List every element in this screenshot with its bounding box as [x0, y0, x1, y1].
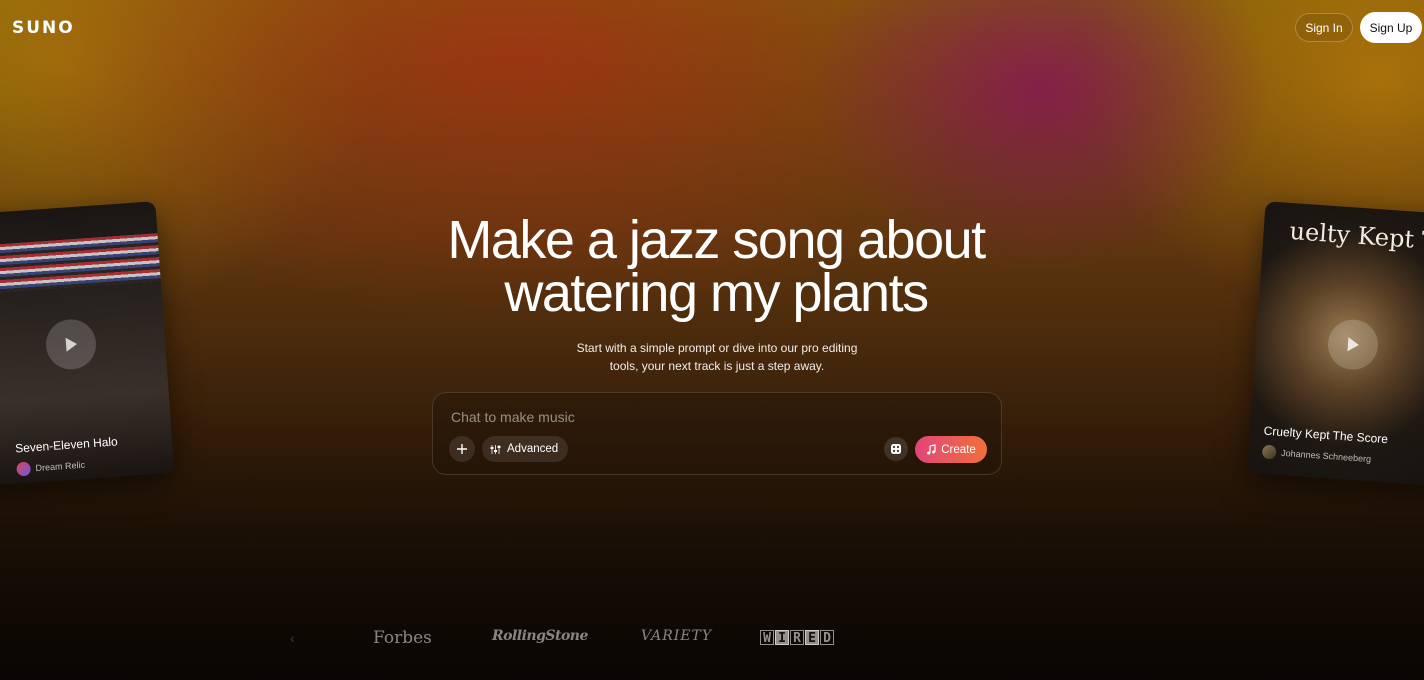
prompt-input[interactable]: Chat to make music [451, 409, 575, 425]
play-icon [1347, 337, 1359, 352]
music-note-icon [927, 444, 936, 455]
wired-letter: E [805, 630, 819, 646]
song-artist[interactable]: Dream Relic [16, 458, 85, 477]
hero-subtitle-line-2: tools, your next track is just a step aw… [609, 359, 825, 373]
add-button[interactable] [449, 436, 475, 462]
create-button[interactable]: Create [915, 436, 987, 463]
hero-subtitle: Start with a simple prompt or dive into … [562, 339, 872, 375]
wired-letter: I [775, 630, 789, 646]
create-label: Create [941, 443, 976, 456]
play-button[interactable] [1326, 317, 1380, 372]
song-artist-name: Johannes Schneeberg [1280, 447, 1372, 465]
advanced-label: Advanced [507, 443, 559, 455]
plus-icon [457, 444, 467, 454]
press-logo-faded: ‹ [290, 630, 295, 646]
song-title[interactable]: Seven-Eleven Halo [15, 434, 118, 455]
song-title[interactable]: Cruelty Kept The Score [1263, 424, 1388, 447]
wired-letter: W [760, 630, 774, 646]
song-artist[interactable]: Johannes Schneeberg [1261, 444, 1372, 467]
wired-letter: D [820, 630, 834, 646]
press-logo-forbes: Forbes [373, 628, 432, 648]
hero-title: Make a jazz song about watering my plant… [0, 210, 1424, 323]
sign-up-button[interactable]: Sign Up [1360, 12, 1422, 43]
hero-title-line-1: Make a jazz song about [447, 210, 986, 270]
suno-logo[interactable]: SUNO [12, 18, 75, 38]
advanced-button[interactable]: Advanced [482, 436, 569, 462]
random-prompt-button[interactable] [884, 437, 908, 461]
sign-in-button[interactable]: Sign In [1295, 13, 1353, 42]
hero-subtitle-line-1: Start with a simple prompt or dive into … [576, 341, 858, 355]
press-logo-rolling-stone: RollingStone [492, 628, 588, 644]
avatar [1261, 444, 1277, 460]
wired-letter: R [790, 630, 804, 646]
play-button[interactable] [44, 317, 98, 372]
prompt-box: Chat to make music Advanced Create [432, 392, 1002, 475]
sliders-icon [490, 444, 501, 454]
dice-icon [891, 444, 901, 454]
press-logo-variety: VARIETY [641, 628, 713, 644]
play-icon [65, 337, 78, 352]
press-logo-wired: W I R E D [760, 630, 834, 646]
song-artist-name: Dream Relic [35, 459, 86, 474]
avatar [16, 461, 32, 477]
hero-title-line-2: watering my plants [504, 263, 929, 323]
